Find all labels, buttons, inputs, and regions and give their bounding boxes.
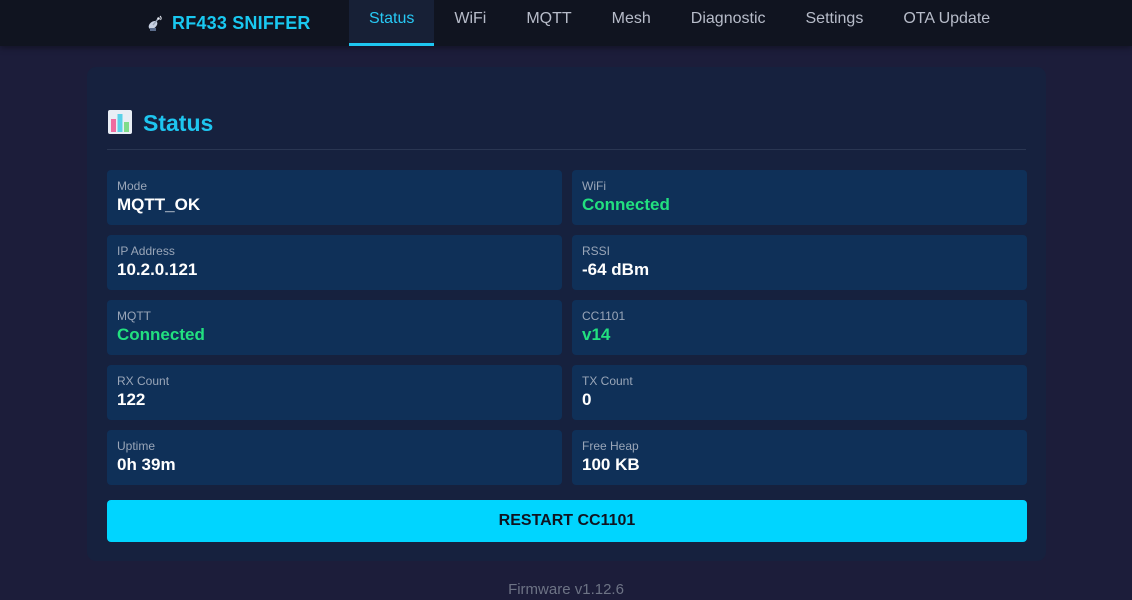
- tab-label: Status: [369, 10, 415, 27]
- status-tile-ip-address: IP Address 10.2.0.121: [107, 235, 562, 290]
- tile-value: MQTT_OK: [117, 195, 201, 214]
- tile-label: CC1101: [582, 309, 626, 323]
- tile-label: TX Count: [582, 374, 633, 388]
- tile-value: Connected: [582, 195, 670, 214]
- status-tile-rx-count: RX Count 122: [107, 365, 562, 420]
- tab-ota-update[interactable]: OTA Update: [883, 0, 1010, 46]
- tile-value: 122: [117, 390, 146, 409]
- tile-value: 10.2.0.121: [117, 260, 198, 279]
- brand[interactable]: RF433 SNIFFER: [146, 0, 311, 46]
- tile-value: Connected: [117, 325, 205, 344]
- brand-title: RF433 SNIFFER: [172, 12, 311, 33]
- status-tile-free-heap: Free Heap 100 KB: [572, 430, 1027, 485]
- tile-label: RSSI: [582, 244, 611, 258]
- status-card-header: Status: [107, 109, 1026, 150]
- tab-label: OTA Update: [903, 10, 991, 27]
- tab-wifi[interactable]: WiFi: [434, 0, 506, 46]
- tile-label: MQTT: [117, 309, 151, 323]
- tab-settings[interactable]: Settings: [786, 0, 884, 46]
- tab-diagnostic[interactable]: Diagnostic: [671, 0, 786, 46]
- tile-label: Mode: [117, 179, 148, 193]
- status-title: Status: [143, 110, 214, 136]
- tab-label: WiFi: [454, 10, 487, 27]
- tile-label: IP Address: [117, 244, 175, 258]
- tab-label: Settings: [805, 10, 864, 27]
- status-tile-mqtt: MQTT Connected: [107, 300, 562, 355]
- status-tile-tx-count: TX Count 0: [572, 365, 1027, 420]
- tile-label: RX Count: [117, 374, 170, 388]
- tile-value: -64 dBm: [582, 260, 650, 279]
- status-grid: Mode MQTT_OK WiFi Connected IP Address 1…: [107, 170, 1027, 485]
- restart-cc1101-button[interactable]: RESTART CC1101: [107, 500, 1027, 542]
- status-tile-wifi: WiFi Connected: [572, 170, 1027, 225]
- tab-label: Diagnostic: [690, 10, 766, 27]
- tab-mesh[interactable]: Mesh: [592, 0, 671, 46]
- satellite-antenna-icon: [146, 13, 164, 33]
- status-tile-uptime: Uptime 0h 39m: [107, 430, 562, 485]
- top-nav-bar: RF433 SNIFFER Status WiFi MQTT Mesh Diag…: [0, 0, 1132, 46]
- tile-value: v14: [582, 325, 611, 344]
- tab-label: Mesh: [611, 10, 651, 27]
- tab-status[interactable]: Status: [349, 0, 435, 46]
- status-tile-mode: Mode MQTT_OK: [107, 170, 562, 225]
- status-tile-cc1101: CC1101 v14: [572, 300, 1027, 355]
- tab-label: MQTT: [526, 10, 572, 27]
- tile-label: Uptime: [117, 439, 156, 453]
- bar-chart-icon: [107, 109, 133, 140]
- tile-label: WiFi: [582, 179, 606, 193]
- firmware-version: Firmware v1.12.6: [508, 581, 624, 598]
- tile-value: 100 KB: [582, 455, 640, 474]
- status-tile-rssi: RSSI -64 dBm: [572, 235, 1027, 290]
- tab-mqtt[interactable]: MQTT: [506, 0, 591, 46]
- main-nav: Status WiFi MQTT Mesh Diagnostic Setting…: [349, 0, 1010, 46]
- tile-value: 0h 39m: [117, 455, 176, 474]
- tile-label: Free Heap: [582, 439, 639, 453]
- tile-value: 0: [582, 390, 592, 409]
- status-card: Status Mode MQTT_OK WiFi Connected IP Ad…: [87, 67, 1046, 561]
